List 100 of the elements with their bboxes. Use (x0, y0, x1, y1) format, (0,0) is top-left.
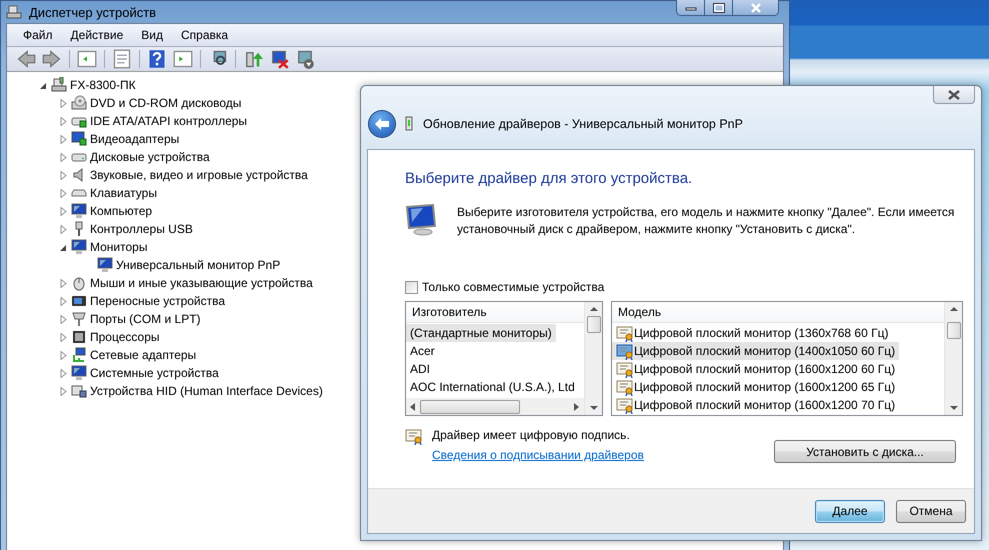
device-icon (71, 311, 87, 327)
list-item[interactable]: Цифровой плоский монитор (1400x1050 60 Гц) (612, 342, 900, 360)
list-item[interactable]: Цифровой плоский монитор (1600x1200 60 Гц) (612, 360, 900, 378)
menu-item[interactable]: Действие (62, 26, 132, 44)
tree-item[interactable]: Мыши и иные указывающие устройства (90, 276, 313, 290)
column-header[interactable]: Модель (618, 305, 662, 319)
expand-arrow-icon[interactable] (59, 134, 68, 144)
checkbox-label[interactable]: Только совместимые устройства (422, 279, 604, 295)
tree-item[interactable]: Контроллеры USB (90, 222, 193, 236)
expand-arrow-icon[interactable] (59, 314, 68, 324)
column-header[interactable]: Изготовитель (412, 305, 487, 319)
tree-item[interactable]: FX-8300-ПК (70, 78, 136, 92)
device-icon (71, 383, 87, 399)
signature-note: Драйвер имеет цифровую подпись. (432, 428, 631, 442)
signature-info-link[interactable]: Сведения о подписывании драйверов (432, 448, 644, 462)
install-from-disk-button[interactable]: Установить с диска... (774, 440, 956, 463)
device-icon (71, 293, 87, 309)
certificate-icon (616, 342, 633, 360)
expand-arrow-icon[interactable] (59, 206, 68, 216)
minimize-button[interactable] (677, 0, 705, 15)
cancel-button[interactable]: Отмена (896, 500, 966, 522)
device-icon (71, 365, 87, 381)
close-icon (947, 90, 961, 100)
expand-arrow-icon[interactable] (59, 332, 68, 342)
menu-item[interactable]: Вид (133, 26, 171, 44)
vertical-scrollbar[interactable] (584, 302, 602, 415)
certificate-icon (405, 428, 422, 445)
expand-arrow-icon[interactable] (59, 98, 68, 108)
collapse-arrow-icon[interactable] (39, 80, 48, 90)
list-item[interactable]: Acer (406, 342, 439, 360)
tree-item[interactable]: IDE ATA/ATAPI контроллеры (90, 114, 248, 128)
expand-arrow-icon[interactable] (59, 296, 68, 306)
scroll-thumb[interactable] (420, 400, 520, 414)
properties-icon[interactable] (111, 49, 133, 69)
menu-item[interactable]: Справка (173, 26, 236, 44)
tree-item[interactable]: Устройства HID (Human Interface Devices) (90, 384, 323, 398)
device-icon (71, 95, 87, 111)
list-item[interactable]: Цифровой плоский монитор (1360x768 60 Гц) (612, 324, 892, 342)
tree-item[interactable]: Мониторы (90, 240, 148, 254)
expand-arrow-icon[interactable] (59, 152, 68, 162)
tree-item[interactable]: Видеоадаптеры (90, 132, 180, 146)
maximize-button[interactable] (705, 0, 733, 15)
minimize-icon (684, 4, 696, 10)
scroll-right-icon[interactable] (574, 402, 580, 410)
next-button[interactable]: Далее (815, 500, 885, 522)
certificate-icon (616, 396, 633, 414)
list-item[interactable]: Цифровой плоский монитор (1600x1200 65 Гц) (612, 378, 900, 396)
device-icon (51, 77, 67, 93)
device-icon (71, 329, 87, 345)
forward-arrow-icon[interactable] (41, 49, 63, 69)
device-icon (71, 347, 87, 363)
tree-item[interactable]: Переносные устройства (90, 294, 226, 308)
scroll-thumb[interactable] (586, 316, 600, 333)
back-arrow-icon[interactable] (15, 49, 37, 69)
vertical-scrollbar[interactable] (944, 302, 962, 415)
expand-arrow-icon[interactable] (59, 368, 68, 378)
tree-item[interactable]: Дисковые устройства (90, 150, 210, 164)
expand-arrow-icon[interactable] (59, 116, 68, 126)
checkbox[interactable] (405, 280, 418, 294)
tree-item[interactable]: DVD и CD-ROM дисководы (90, 96, 242, 110)
dialog-title: Обновление драйверов - Универсальный монитор PnP (423, 116, 743, 130)
scroll-left-icon[interactable] (410, 402, 416, 410)
tree-item[interactable]: Компьютер (90, 204, 152, 218)
list-item[interactable]: ADI (406, 360, 434, 378)
tree-item[interactable]: Процессоры (90, 330, 160, 344)
window-title: Диспетчер устройств (29, 4, 156, 20)
expand-arrow-icon[interactable] (59, 188, 68, 198)
tree-item[interactable]: Звуковые, видео и игровые устройства (90, 168, 308, 182)
list-item[interactable]: AOC International (U.S.A.), Ltd (406, 378, 579, 396)
tree-item[interactable]: Универсальный монитор PnP (116, 258, 280, 272)
close-button[interactable] (933, 86, 975, 104)
back-button[interactable] (369, 110, 395, 136)
expand-arrow-icon[interactable] (59, 350, 68, 360)
expand-arrow-icon[interactable] (59, 278, 68, 288)
device-icon (71, 239, 87, 255)
close-icon (750, 2, 762, 12)
list-item[interactable]: Цифровой плоский монитор (1600x1200 70 Гц) (612, 396, 900, 414)
device-icon (71, 275, 87, 291)
certificate-icon (616, 360, 633, 378)
computer-icon (5, 4, 23, 20)
expand-arrow-icon[interactable] (59, 170, 68, 180)
expand-arrow-icon[interactable] (59, 224, 68, 234)
device-icon (405, 116, 413, 132)
device-icon (71, 131, 87, 147)
tree-item[interactable]: Порты (COM и LPT) (90, 312, 201, 326)
panel-icon[interactable] (76, 49, 98, 69)
monitor-icon (405, 204, 439, 236)
panel-icon[interactable] (172, 49, 194, 69)
tree-item[interactable]: Системные устройства (90, 366, 219, 380)
device-icon (97, 257, 113, 273)
expand-arrow-icon[interactable] (59, 386, 68, 396)
instructions-text: Выберите изготовителя устройства, его модель и нажмите кнопку "Далее". Если имеется установочный диск с драйвером, нажмите кнопку "Установить с диска". (457, 204, 956, 238)
scroll-thumb[interactable] (946, 322, 960, 339)
tree-item[interactable]: Сетевые адаптеры (90, 348, 196, 362)
collapse-arrow-icon[interactable] (59, 242, 68, 252)
back-arrow-icon (374, 116, 390, 130)
menu-item[interactable]: Файл (15, 26, 61, 44)
horizontal-scrollbar[interactable] (406, 398, 584, 415)
list-item[interactable]: (Стандартные мониторы) (406, 324, 556, 342)
tree-item[interactable]: Клавиатуры (90, 186, 157, 200)
